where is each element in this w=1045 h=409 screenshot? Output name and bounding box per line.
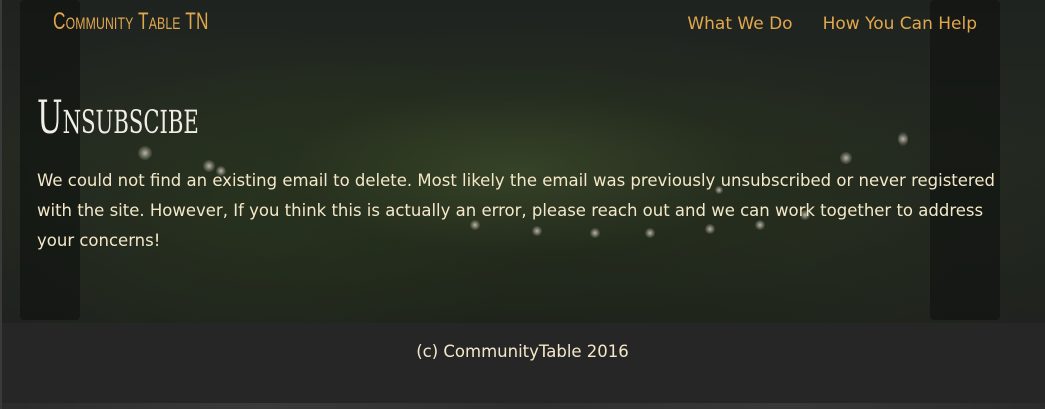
page: Community Table TN What We Do How You Ca… (0, 0, 1045, 409)
brand-logo-link[interactable]: Community Table TN (53, 8, 209, 36)
string-light (898, 132, 908, 146)
tree-silhouette (20, 0, 80, 320)
tree-silhouette (930, 0, 1000, 320)
unsubscribe-message: We could not find an existing email to d… (37, 171, 995, 250)
nav-link-how-you-can-help[interactable]: How You Can Help (823, 14, 977, 34)
footer (0, 323, 1045, 409)
page-title: Unsubscibe (37, 90, 199, 144)
main-nav: What We Do How You Can Help (687, 14, 977, 34)
string-light (138, 146, 152, 160)
footer-strip (0, 403, 1045, 409)
hero-background-image (0, 0, 1045, 325)
footer-copyright: (c) CommunityTable 2016 (416, 342, 629, 361)
nav-link-what-we-do[interactable]: What We Do (687, 14, 792, 34)
string-light (840, 152, 852, 164)
